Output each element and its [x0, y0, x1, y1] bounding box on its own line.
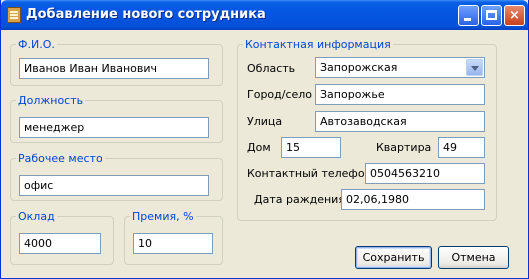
position-input[interactable]: менеджер	[19, 117, 209, 138]
bonus-input[interactable]: 10	[133, 233, 213, 254]
window-title: Добавление нового сотрудника	[26, 7, 266, 22]
birthdate-label: Дата раждения	[254, 193, 345, 206]
fio-legend: Ф.И.О.	[18, 38, 55, 51]
region-label: Область	[247, 62, 296, 75]
workplace-legend: Рабочее место	[18, 152, 103, 165]
position-legend: Должность	[18, 94, 84, 107]
city-input[interactable]: Запорожье	[315, 84, 485, 105]
minimize-button[interactable]	[458, 5, 479, 26]
city-label: Город/село	[247, 88, 313, 101]
bonus-legend: Премия, %	[132, 210, 194, 223]
save-button[interactable]: Сохранить	[355, 246, 432, 269]
add-employee-window: Добавление нового сотрудника × Ф.И.О. Ив…	[0, 0, 529, 279]
maximize-button[interactable]	[481, 5, 502, 26]
contact-legend: Контактная информация	[245, 38, 391, 51]
chevron-down-icon[interactable]	[466, 59, 483, 76]
maximize-icon	[486, 10, 497, 20]
fio-input[interactable]: Иванов Иван Иванович	[19, 58, 209, 79]
apartment-input[interactable]: 49	[438, 137, 485, 158]
title-bar[interactable]: Добавление нового сотрудника ×	[1, 0, 528, 30]
region-select[interactable]: Запорожская	[315, 57, 485, 78]
close-button[interactable]: ×	[504, 5, 525, 26]
document-icon	[7, 7, 21, 23]
birthdate-input[interactable]: 02,06,1980	[341, 189, 485, 210]
salary-legend: Оклад	[18, 210, 55, 223]
phone-input[interactable]: 0504563210	[365, 163, 485, 184]
phone-label: Контактный телефон	[247, 167, 372, 180]
region-value: Запорожская	[320, 61, 398, 74]
house-input[interactable]: 15	[281, 137, 341, 158]
apartment-label: Квартира	[376, 141, 432, 154]
street-input[interactable]: Автозаводская	[315, 111, 485, 132]
house-label: Дом	[247, 141, 271, 154]
salary-input[interactable]: 4000	[19, 233, 101, 254]
street-label: Улица	[247, 115, 283, 128]
close-icon: ×	[509, 8, 520, 23]
minimize-icon	[464, 18, 471, 21]
workplace-input[interactable]: офис	[19, 175, 209, 196]
cancel-button[interactable]: Отмена	[438, 246, 509, 269]
